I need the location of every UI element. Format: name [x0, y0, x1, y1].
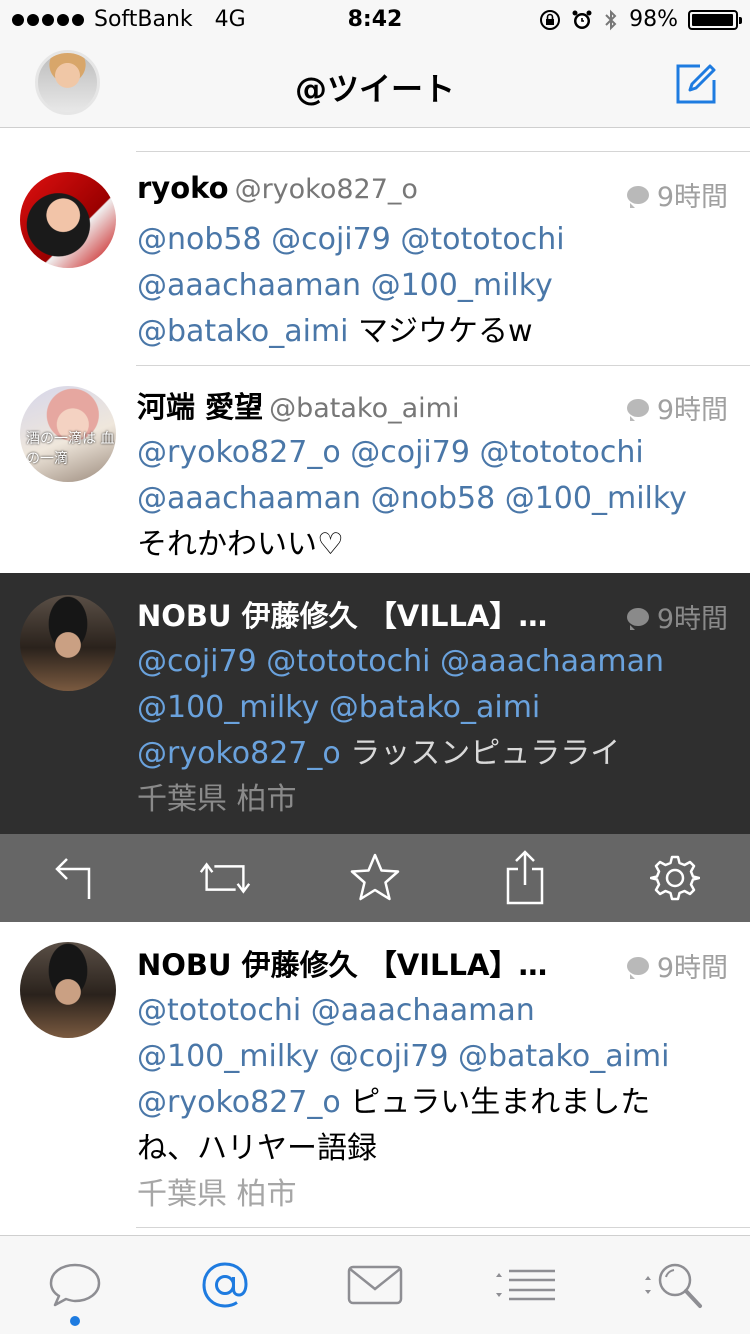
settings-button[interactable]: [645, 848, 705, 908]
timeline-list[interactable]: ryoko @ryoko827_o 9時間 @nob58 @coji79 @tot…: [0, 129, 750, 1235]
reply-icon: [55, 858, 91, 899]
mention-link[interactable]: @batako_aimi: [137, 314, 349, 349]
mention-link[interactable]: @ryoko827_o @coji79 @tototochi: [137, 435, 644, 470]
status-bar: SoftBank 4G 8:42 98%: [0, 0, 750, 40]
tweet-time: 9時間: [626, 597, 728, 636]
tweet-body-text: ね、ハリヤー語録: [137, 1131, 377, 1166]
tweet-time: 9時間: [626, 175, 728, 214]
avatar[interactable]: [20, 942, 116, 1038]
status-right: 98%: [539, 7, 742, 32]
share-button[interactable]: [495, 848, 555, 908]
avatar[interactable]: 酒の一滴は 血の一滴: [20, 386, 116, 482]
tweet-author-name: 河端 愛望: [137, 390, 264, 424]
tweet-cell[interactable]: 酒の一滴は 血の一滴 河端 愛望 @batako_aimi 9時間 @ryoko8…: [0, 382, 750, 572]
timeline-icon: [49, 1263, 101, 1307]
tweet-cell-selected[interactable]: NOBU 伊藤修久 【VILLA】… 9時間 @coji79 @tototoch…: [0, 573, 750, 834]
battery-level: [692, 13, 734, 26]
tab-mentions[interactable]: [150, 1236, 300, 1334]
tab-bar: [0, 1235, 750, 1334]
tweet-action-bar: [0, 834, 750, 922]
divider: [136, 365, 750, 366]
avatar-caption: 酒の一滴は 血の一滴: [26, 431, 115, 467]
tweet-location[interactable]: 千葉県 柏市: [137, 1172, 730, 1218]
tweet-text: @coji79 @tototochi @aaachaaman @100_milk…: [137, 639, 730, 777]
tweet-author-name: ryoko: [137, 171, 229, 205]
reply-count-icon: [626, 398, 649, 421]
tweet-author-handle: @ryoko827_o: [234, 174, 418, 205]
tweet-time-label: 9時間: [656, 182, 728, 213]
tweet-time-label: 9時間: [656, 395, 728, 426]
messages-icon: [347, 1265, 403, 1305]
mention-link[interactable]: @100_milky @coji79 @batako_aimi: [137, 1039, 670, 1074]
unread-indicator: [70, 1316, 80, 1326]
tweet-body-text: マジウケるw: [348, 314, 533, 349]
tweet-time: 9時間: [626, 946, 728, 985]
tweet-text: @nob58 @coji79 @tototochi @aaachaaman @1…: [137, 217, 730, 355]
page-title: @ツイート: [294, 70, 455, 108]
tweet-body-text: ラッスンピュラライ: [340, 736, 621, 771]
mentions-icon: [202, 1262, 248, 1308]
tweet-body-text: ピュラい生まれました: [340, 1085, 651, 1120]
tweet-text: @ryoko827_o @coji79 @tototochi @aaachaam…: [137, 430, 730, 568]
mention-link[interactable]: @ryoko827_o: [137, 736, 341, 771]
tab-timeline[interactable]: [0, 1236, 150, 1334]
lists-icon: [496, 1269, 555, 1301]
tweet-time: 9時間: [626, 388, 728, 427]
battery-percent: 98%: [629, 7, 678, 32]
bluetooth-icon: [605, 9, 617, 30]
reply-count-icon: [626, 607, 649, 630]
tweet-body-text: それかわいい♡: [137, 527, 344, 562]
reply-button[interactable]: [45, 848, 105, 908]
tweet-text: @tototochi @aaachaaman @100_milky @coji7…: [137, 988, 730, 1172]
favorite-button[interactable]: [345, 848, 405, 908]
tweet-author-name: NOBU 伊藤修久 【VILLA】…: [137, 948, 548, 982]
retweet-button[interactable]: [195, 848, 255, 908]
rotation-lock-icon: [540, 9, 561, 30]
favorite-icon: [350, 853, 400, 901]
share-icon: [506, 850, 544, 905]
battery-icon: [688, 9, 742, 30]
mention-link[interactable]: @coji79 @tototochi @aaachaaman: [137, 644, 664, 679]
reply-count-icon: [626, 956, 649, 979]
tweet-time-label: 9時間: [656, 604, 728, 635]
mention-link[interactable]: @aaachaaman @nob58 @100_milky: [137, 481, 687, 516]
alarm-icon: [572, 10, 592, 29]
tweet-author-handle: @batako_aimi: [269, 393, 460, 424]
retweet-icon: [199, 862, 251, 894]
divider: [136, 1227, 750, 1228]
tweet-cell[interactable]: NOBU 伊藤修久 【VILLA】… 9時間 @tototochi @aaach…: [0, 922, 750, 1222]
divider: [136, 151, 750, 152]
mention-link[interactable]: @tototochi @aaachaaman: [137, 993, 535, 1028]
tab-messages[interactable]: [300, 1236, 450, 1334]
tweet-author-name: NOBU 伊藤修久 【VILLA】…: [137, 599, 548, 633]
settings-icon: [650, 855, 700, 901]
tweet-location[interactable]: 千葉県 柏市: [137, 777, 730, 823]
mention-link[interactable]: @aaachaaman @100_milky: [137, 268, 553, 303]
navigation-bar: @ツイート: [0, 40, 750, 128]
compose-icon[interactable]: [674, 62, 718, 106]
tweet-cell[interactable]: ryoko @ryoko827_o 9時間 @nob58 @coji79 @tot…: [0, 169, 750, 364]
mention-link[interactable]: @ryoko827_o: [137, 1085, 341, 1120]
avatar[interactable]: [20, 172, 116, 268]
mention-link[interactable]: @nob58 @coji79 @tototochi: [137, 222, 565, 257]
mention-link[interactable]: @100_milky @batako_aimi: [137, 690, 540, 725]
search-icon: [645, 1263, 702, 1308]
tab-search[interactable]: [600, 1236, 750, 1334]
avatar[interactable]: [20, 595, 116, 691]
tab-lists[interactable]: [450, 1236, 600, 1334]
tweet-time-label: 9時間: [656, 953, 728, 984]
reply-count-icon: [626, 185, 649, 208]
